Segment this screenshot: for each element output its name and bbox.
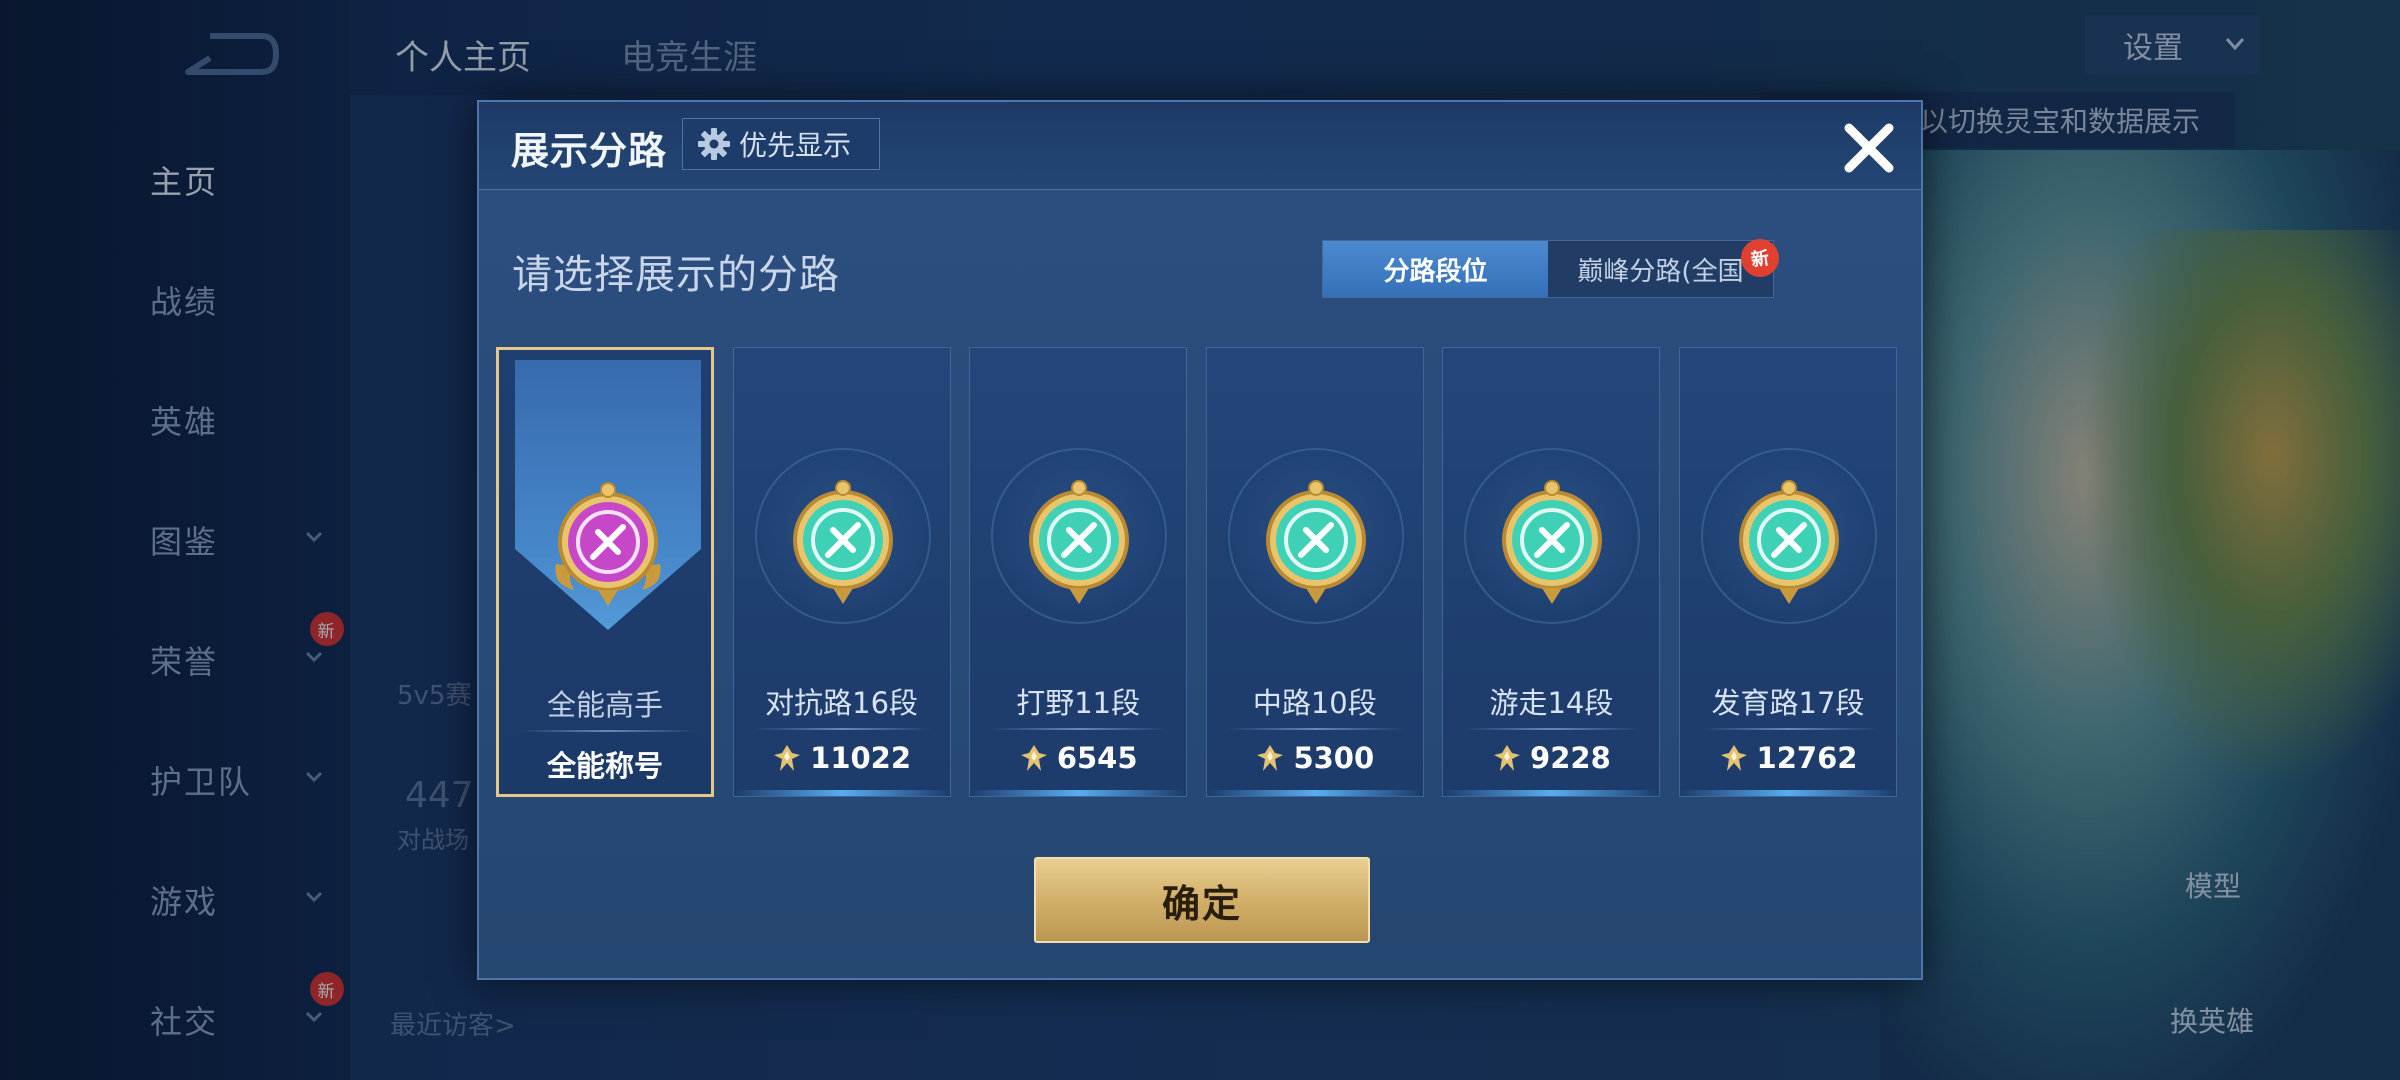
lane-score-value: 9228 bbox=[1530, 741, 1611, 775]
card-bottom-glow bbox=[733, 790, 950, 796]
tab-lane-rank[interactable]: 分路段位 bbox=[1323, 241, 1548, 297]
priority-display-button[interactable]: 优先显示 bbox=[682, 118, 880, 170]
priority-display-label: 优先显示 bbox=[739, 129, 852, 162]
lane-power-icon bbox=[1494, 745, 1521, 771]
lane-rank-label: 游走14段 bbox=[1489, 686, 1614, 720]
divider bbox=[1700, 728, 1878, 730]
card-bottom-glow bbox=[1443, 790, 1660, 796]
lane-score: 11022 bbox=[734, 741, 950, 775]
divider bbox=[990, 728, 1169, 730]
tab-peak-lane[interactable]: 巅峰分路(全国 新 bbox=[1548, 236, 1782, 297]
lane-score: 5300 bbox=[1207, 741, 1423, 775]
lane-card[interactable]: 发育路17段 12762 bbox=[1679, 347, 1897, 797]
gear-icon bbox=[698, 128, 730, 160]
lane-score-value: 12762 bbox=[1756, 741, 1858, 775]
new-badge: 新 bbox=[1738, 236, 1782, 280]
divider bbox=[1226, 728, 1405, 730]
mid-lane-emblem-icon bbox=[1265, 480, 1366, 604]
card-bottom-glow bbox=[1206, 790, 1423, 796]
roam-emblem-icon bbox=[1502, 480, 1603, 604]
divider bbox=[1463, 728, 1642, 730]
farm-lane-emblem-icon bbox=[1739, 480, 1839, 604]
lane-power-icon bbox=[1720, 745, 1747, 771]
lane-score: 9228 bbox=[1443, 741, 1659, 775]
lane-card-selected[interactable]: 全能高手 全能称号 bbox=[496, 347, 714, 797]
lane-rank-label: 全能高手 bbox=[546, 688, 663, 722]
lane-score-value: 5300 bbox=[1293, 741, 1375, 775]
lane-score-value: 全能称号 bbox=[546, 749, 663, 783]
lane-card[interactable]: 打野11段 6545 bbox=[969, 347, 1188, 797]
all-round-purple-emblem-icon bbox=[555, 482, 661, 606]
close-icon bbox=[1844, 123, 1894, 173]
tab-peak-lane-label: 巅峰分路(全国 bbox=[1577, 256, 1744, 287]
divider bbox=[753, 728, 932, 730]
lane-rank-label: 打野11段 bbox=[1016, 686, 1141, 720]
dialog-title: 展示分路 bbox=[511, 129, 668, 173]
lane-rank-label: 中路10段 bbox=[1252, 686, 1377, 720]
lane-score: 6545 bbox=[970, 741, 1186, 775]
lane-power-icon bbox=[774, 745, 801, 771]
clash-lane-emblem-icon bbox=[792, 480, 893, 604]
jungle-emblem-icon bbox=[1029, 480, 1130, 604]
lane-score-value: 11022 bbox=[810, 741, 912, 775]
close-button[interactable] bbox=[1835, 114, 1903, 182]
lane-score: 12762 bbox=[1680, 741, 1896, 775]
display-lane-dialog: 展示分路 优先显示 请选择展示的分路 分路段位 巅峰分路(全国 新 全能高手 全… bbox=[477, 100, 1923, 980]
lane-score-value: 6545 bbox=[1056, 741, 1138, 775]
lane-power-icon bbox=[1257, 745, 1284, 771]
lane-score: 全能称号 bbox=[499, 743, 711, 785]
lane-card[interactable]: 对抗路16段 11022 bbox=[732, 347, 951, 797]
lane-mode-toggle: 分路段位 巅峰分路(全国 新 bbox=[1322, 236, 1782, 298]
card-bottom-glow bbox=[970, 790, 1187, 796]
lane-rank-label: 发育路17段 bbox=[1711, 686, 1865, 720]
lane-card-list: 全能高手 全能称号 对抗路16段 11022 打野11段 6545 中路10段 5300 游走1… bbox=[496, 347, 1910, 797]
divider bbox=[519, 730, 697, 732]
card-bottom-glow bbox=[1680, 790, 1896, 796]
lane-card[interactable]: 游走14段 9228 bbox=[1442, 347, 1661, 797]
lane-card[interactable]: 中路10段 5300 bbox=[1205, 347, 1424, 797]
lane-power-icon bbox=[1020, 745, 1047, 771]
lane-rank-label: 对抗路16段 bbox=[765, 686, 919, 720]
dialog-subtitle: 请选择展示的分路 bbox=[512, 252, 840, 298]
confirm-button[interactable]: 确定 bbox=[1034, 857, 1370, 943]
